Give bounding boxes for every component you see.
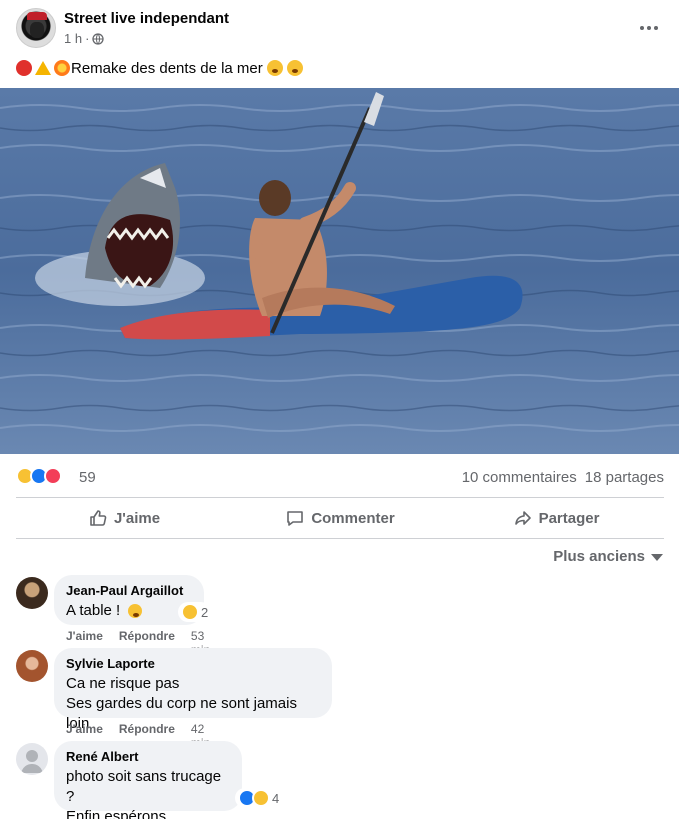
haha-reaction-icon (181, 603, 199, 621)
default-avatar-icon[interactable] (16, 743, 48, 775)
reaction-count[interactable]: 59 (79, 469, 96, 486)
reaction-icons[interactable] (16, 467, 62, 485)
commenter-name[interactable]: Jean-Paul Argaillot (66, 583, 192, 599)
comment-text: A table ! (66, 601, 192, 621)
caption-text: Remake des dents de la mer (71, 59, 263, 77)
comment-sort-dropdown[interactable]: Plus anciens (553, 548, 663, 565)
share-button[interactable]: Partager (448, 500, 664, 536)
comment-button[interactable]: Commenter (232, 500, 448, 536)
more-options-button[interactable] (637, 16, 661, 40)
shark-kayak-image (0, 88, 679, 454)
rolling-laughing-icon (286, 60, 303, 76)
comment-reaction-count: 2 (201, 604, 209, 620)
stop-sign-icon (16, 60, 32, 76)
comment-reaction-count: 4 (272, 790, 280, 806)
thumbs-up-icon (90, 510, 107, 526)
speech-bubble-icon (287, 511, 304, 526)
commenter-avatar[interactable] (16, 650, 48, 682)
post-meta: 1 h · (64, 31, 105, 46)
post-header: Street live independant 1 h · (0, 0, 679, 56)
sort-label: Plus anciens (553, 548, 645, 565)
post-photo[interactable] (0, 88, 679, 454)
post-caption: Remake des dents de la mer (16, 58, 303, 78)
comment-text-line: Enfin espérons (66, 808, 167, 819)
meta-separator: · (85, 31, 90, 46)
surprised-face-icon (266, 60, 283, 76)
share-count[interactable]: 18 partages (585, 469, 664, 486)
like-button[interactable]: J'aime (16, 500, 232, 536)
globe-icon (92, 32, 105, 45)
comment-bubble: Sylvie Laporte Ca ne risque pas Ses gard… (54, 648, 332, 732)
engagement-stats: 10 commentaires 18 partages (462, 469, 664, 486)
commenter-avatar[interactable] (16, 577, 48, 609)
post-time[interactable]: 1 h (64, 31, 82, 46)
grinning-squint-icon (128, 604, 143, 619)
comment-reactions[interactable]: 4 (235, 788, 283, 808)
share-label: Partager (538, 509, 600, 527)
page-name[interactable]: Street live independant (64, 10, 229, 27)
commenter-name[interactable]: René Albert (66, 749, 230, 765)
comment-bubble: René Albert photo soit sans trucage ? En… (54, 741, 242, 819)
haha-reaction-icon (252, 789, 270, 807)
share-arrow-icon (514, 511, 531, 525)
comment-count[interactable]: 10 commentaires (462, 469, 577, 486)
warning-icon (35, 61, 51, 75)
like-label: J'aime (113, 509, 161, 527)
action-bar: J'aime Commenter Partager (16, 500, 664, 536)
commenter-name[interactable]: Sylvie Laporte (66, 656, 320, 672)
comment-text-line: Ca ne risque pas (66, 675, 180, 692)
page-avatar[interactable] (16, 8, 56, 48)
collision-icon (54, 60, 70, 76)
comment-text-line: photo soit sans trucage ? (66, 768, 222, 805)
comment-label: Commenter (311, 509, 395, 527)
divider (16, 497, 664, 498)
reactions-summary: 59 10 commentaires 18 partages (16, 463, 664, 491)
love-reaction-icon (44, 467, 62, 485)
divider (16, 538, 664, 539)
comment-reactions[interactable]: 2 (178, 602, 212, 622)
caret-down-icon (651, 554, 663, 561)
